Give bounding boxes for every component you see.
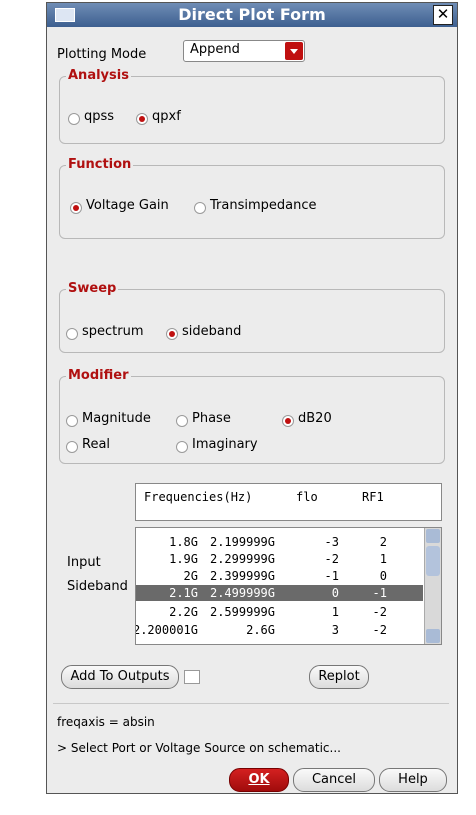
radio-spectrum[interactable] [66, 328, 78, 340]
list-item[interactable]: 2.2G 2.599999G 1 -2 [136, 604, 423, 620]
input-label: Input [67, 555, 101, 570]
radio-qpxf[interactable] [136, 113, 148, 125]
cancel-button[interactable]: Cancel [293, 768, 375, 792]
list-item[interactable]: 2G 2.399999G -1 0 [136, 568, 423, 584]
scroll-up-button[interactable] [426, 529, 440, 543]
divider [53, 703, 449, 704]
radio-magnitude-label: Magnitude [82, 411, 151, 426]
chevron-down-icon[interactable] [285, 42, 303, 60]
list-item[interactable]: 1.9G 2.299999G -2 1 [136, 551, 423, 567]
direct-plot-form-window: Direct Plot Form ✕ Plotting Mode Append … [46, 2, 458, 794]
radio-db20[interactable] [282, 415, 294, 427]
list-item[interactable]: 1.8G 2.199999G -3 2 [136, 534, 423, 550]
analysis-group-title: Analysis [66, 68, 131, 83]
title-bar[interactable]: Direct Plot Form ✕ [47, 3, 457, 27]
window-title: Direct Plot Form [178, 5, 326, 24]
sweep-group: Sweep spectrum sideband [59, 281, 445, 353]
status-line-2: > Select Port or Voltage Source on schem… [57, 741, 341, 755]
radio-transimpedance-label: Transimpedance [210, 198, 317, 213]
radio-imaginary[interactable] [176, 441, 188, 453]
help-button[interactable]: Help [379, 768, 447, 792]
radio-real[interactable] [66, 441, 78, 453]
add-to-outputs-button[interactable]: Add To Outputs [61, 665, 179, 689]
modifier-group-title: Modifier [66, 368, 131, 383]
scroll-down-button[interactable] [426, 629, 440, 643]
sideband-list[interactable]: 1.8G 2.199999G -3 2 1.9G 2.299999G -2 1 … [135, 527, 442, 645]
sideband-label: Sideband [67, 579, 128, 594]
radio-phase-label: Phase [192, 411, 231, 426]
add-to-outputs-checkbox[interactable] [184, 670, 200, 684]
modifier-group: Modifier Magnitude Phase dB20 Real Imagi… [59, 368, 445, 464]
ok-button[interactable]: OK [229, 768, 289, 792]
function-group: Function Voltage Gain Transimpedance [59, 157, 445, 239]
scroll-thumb[interactable] [426, 546, 440, 576]
close-icon: ✕ [436, 5, 450, 23]
list-item-selected[interactable]: 2.1G 2.499999G 0 -1 [136, 585, 423, 601]
sideband-table-header: Frequencies(Hz) flo RF1 [135, 483, 442, 521]
radio-qpxf-label: qpxf [152, 109, 181, 124]
header-frequencies: Frequencies(Hz) [144, 490, 253, 504]
plotting-mode-value: Append [190, 42, 240, 57]
radio-transimpedance[interactable] [194, 202, 206, 214]
radio-qpss-label: qpss [84, 109, 115, 124]
plotting-mode-label: Plotting Mode [57, 47, 147, 62]
radio-magnitude[interactable] [66, 415, 78, 427]
analysis-group: Analysis qpss qpxf [59, 68, 445, 144]
radio-spectrum-label: spectrum [82, 324, 144, 339]
radio-phase[interactable] [176, 415, 188, 427]
list-scrollbar[interactable] [424, 528, 441, 644]
radio-db20-label: dB20 [298, 411, 332, 426]
plotting-mode-select[interactable]: Append [183, 40, 305, 62]
radio-real-label: Real [82, 437, 111, 452]
radio-sideband[interactable] [166, 328, 178, 340]
function-group-title: Function [66, 157, 134, 172]
header-flo: flo [296, 490, 318, 504]
list-item[interactable]: 2.200001G 2.6G 3 -2 [136, 622, 423, 638]
status-line-1: freqaxis = absin [57, 715, 155, 729]
radio-voltage-gain-label: Voltage Gain [86, 198, 169, 213]
replot-button[interactable]: Replot [309, 665, 369, 689]
radio-imaginary-label: Imaginary [192, 437, 258, 452]
radio-qpss[interactable] [68, 113, 80, 125]
radio-voltage-gain[interactable] [70, 202, 82, 214]
header-rf1: RF1 [362, 490, 384, 504]
close-button[interactable]: ✕ [433, 5, 453, 25]
radio-sideband-label: sideband [182, 324, 242, 339]
sweep-group-title: Sweep [66, 281, 119, 296]
